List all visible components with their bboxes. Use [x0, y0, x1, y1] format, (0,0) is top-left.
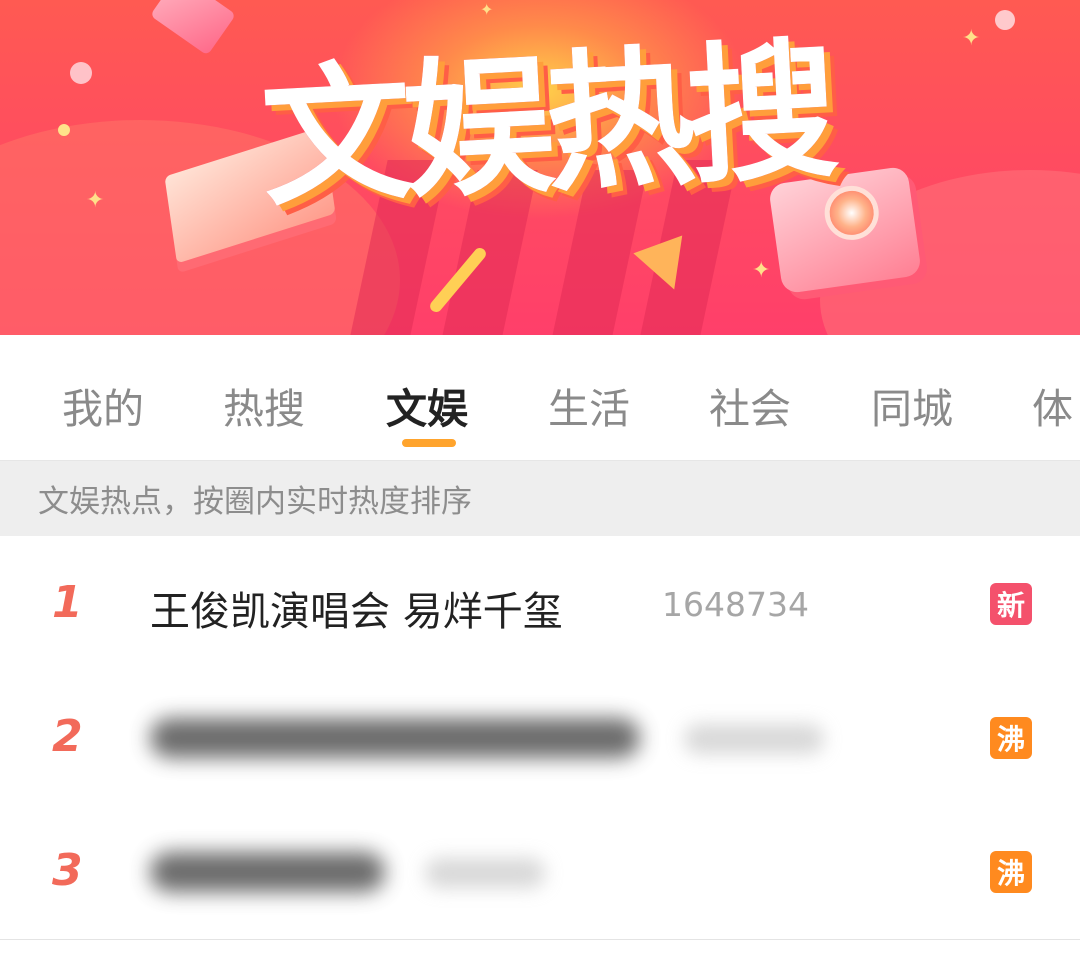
tab-local[interactable]: 同城 [871, 375, 953, 435]
sparkle-icon: ✦ [86, 188, 105, 213]
list-item[interactable]: 2 沸 [0, 671, 1080, 806]
list-item[interactable]: 3 沸 [0, 805, 1080, 940]
tab-hot-search[interactable]: 热搜 [223, 375, 305, 435]
cone-decoration-icon [149, 0, 237, 56]
sparkle-icon: ✦ [752, 258, 771, 283]
list-item[interactable]: 1 王俊凯演唱会 易烊千玺 1648734 新 [0, 537, 1080, 672]
tab-mine[interactable]: 我的 [62, 375, 144, 435]
blurred-heat [425, 858, 545, 888]
tab-sports[interactable]: 体 [1032, 375, 1073, 435]
tab-society[interactable]: 社会 [709, 375, 791, 435]
boiling-badge: 沸 [990, 851, 1032, 893]
blurred-heat [684, 724, 824, 754]
tab-life[interactable]: 生活 [548, 375, 630, 435]
blurred-title [150, 718, 640, 758]
new-badge: 新 [990, 583, 1032, 625]
search-title[interactable]: 王俊凯演唱会 易烊千玺 [150, 579, 563, 637]
blurred-title [150, 852, 385, 892]
tab-entertainment[interactable]: 文娱 [386, 375, 468, 435]
heat-value: 1648734 [662, 585, 809, 624]
rank-number: 3 [52, 845, 83, 896]
active-tab-indicator [402, 439, 456, 447]
dot-decoration [70, 62, 92, 84]
tab-bar: 我的 热搜 文娱 生活 社会 同城 体 [0, 335, 1080, 461]
banner: ✦ ✦ ✦ ✦ 文娱热搜 [0, 0, 1080, 335]
banner-title: 文娱热搜 [257, 23, 834, 228]
ranking-notice: 文娱热点，按圈内实时热度排序 [0, 461, 1080, 536]
sparkle-icon: ✦ [962, 26, 981, 51]
rank-number: 2 [52, 711, 83, 762]
rank-number: 1 [52, 577, 83, 628]
dot-decoration [995, 10, 1015, 30]
boiling-badge: 沸 [990, 717, 1032, 759]
dot-decoration [58, 124, 70, 136]
